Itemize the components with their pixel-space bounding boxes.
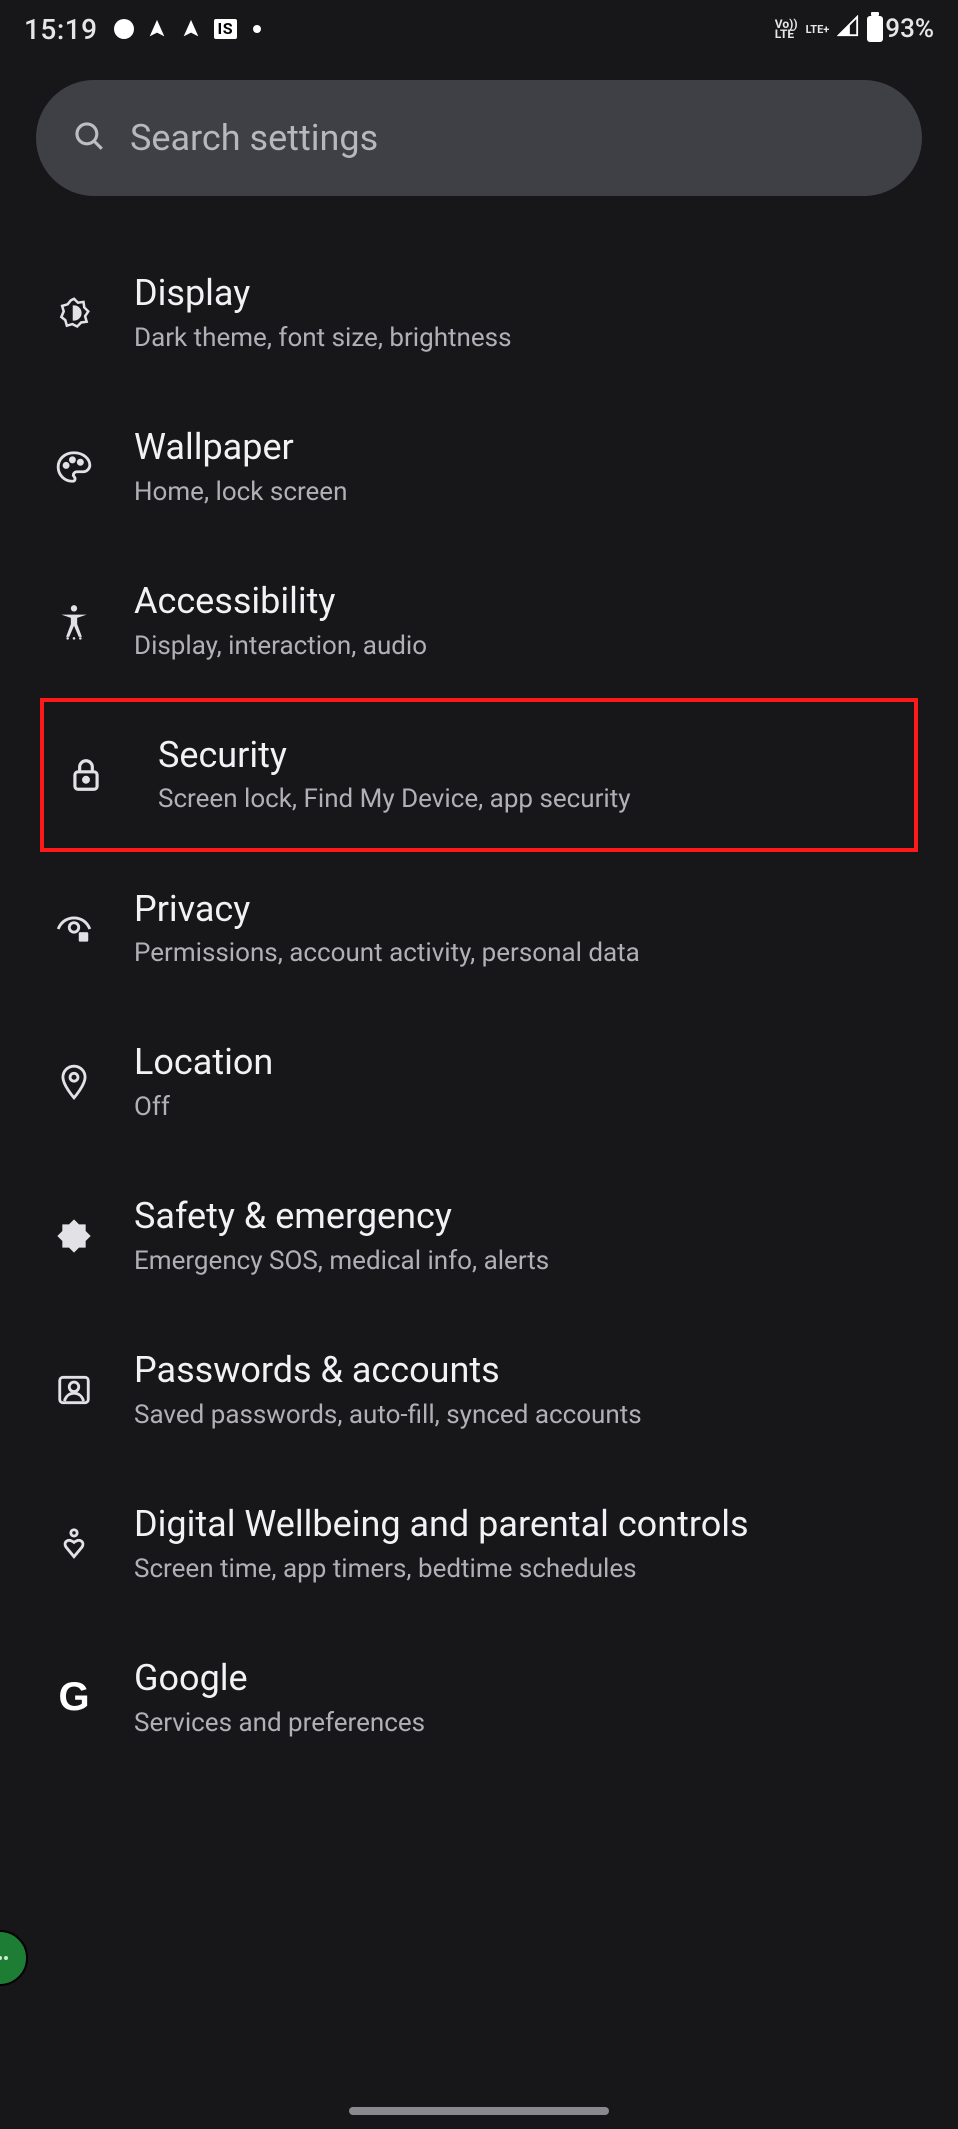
- item-subtitle: Permissions, account activity, personal …: [134, 936, 918, 971]
- floating-chat-bubble[interactable]: [0, 1930, 28, 1986]
- send-icon: [146, 18, 168, 40]
- signal-icon: [837, 14, 859, 44]
- is-badge: IS: [214, 19, 238, 39]
- item-subtitle: Display, interaction, audio: [134, 629, 918, 664]
- item-title: Accessibility: [134, 578, 918, 625]
- settings-item-accessibility[interactable]: Accessibility Display, interaction, audi…: [0, 544, 958, 698]
- lock-icon: [54, 756, 118, 794]
- battery-percent: 93%: [885, 14, 934, 44]
- item-title: Location: [134, 1039, 918, 1086]
- item-subtitle: Emergency SOS, medical info, alerts: [134, 1244, 918, 1279]
- settings-item-location[interactable]: Location Off: [0, 1005, 958, 1159]
- gesture-nav-pill[interactable]: [349, 2107, 609, 2115]
- settings-item-wellbeing[interactable]: Digital Wellbeing and parental controls …: [0, 1467, 958, 1621]
- accessibility-icon: [54, 602, 94, 640]
- medical-icon: [54, 1214, 94, 1258]
- lte-plus-indicator: LTE+: [806, 24, 830, 35]
- location-pin-icon: [54, 1063, 94, 1101]
- item-title: Display: [134, 270, 918, 317]
- lte-plus-label: LTE+: [806, 24, 830, 35]
- item-title: Digital Wellbeing and parental controls: [134, 1501, 918, 1548]
- item-subtitle: Saved passwords, auto-fill, synced accou…: [134, 1398, 918, 1433]
- battery-indicator: 93%: [867, 14, 934, 44]
- volte-bottom: LTE: [775, 29, 798, 39]
- item-subtitle: Services and preferences: [134, 1706, 918, 1741]
- send-icon: [180, 18, 202, 40]
- settings-item-safety[interactable]: Safety & emergency Emergency SOS, medica…: [0, 1159, 958, 1313]
- settings-item-security[interactable]: Security Screen lock, Find My Device, ap…: [40, 698, 918, 852]
- settings-item-passwords[interactable]: Passwords & accounts Saved passwords, au…: [0, 1313, 958, 1467]
- search-settings[interactable]: Search settings: [36, 80, 922, 196]
- settings-item-display[interactable]: Display Dark theme, font size, brightnes…: [0, 236, 958, 390]
- status-bar: 15:19 IS Vo)) LTE LTE+ 93%: [0, 0, 958, 56]
- item-subtitle: Screen lock, Find My Device, app securit…: [158, 782, 914, 817]
- settings-item-google[interactable]: G Google Services and preferences: [0, 1621, 958, 1775]
- item-title: Privacy: [134, 886, 918, 933]
- item-subtitle: Home, lock screen: [134, 475, 918, 510]
- battery-icon: [867, 16, 883, 42]
- settings-item-privacy[interactable]: Privacy Permissions, account activity, p…: [0, 852, 958, 1006]
- item-title: Security: [158, 732, 914, 779]
- status-clock: 15:19: [24, 13, 98, 46]
- item-subtitle: Screen time, app timers, bedtime schedul…: [134, 1552, 918, 1587]
- item-title: Passwords & accounts: [134, 1347, 918, 1394]
- item-title: Wallpaper: [134, 424, 918, 471]
- account-box-icon: [54, 1371, 94, 1409]
- search-placeholder: Search settings: [130, 117, 378, 159]
- status-left: 15:19 IS: [24, 13, 261, 46]
- brightness-icon: [54, 294, 94, 332]
- google-g-icon: G: [54, 1675, 94, 1720]
- item-subtitle: Off: [134, 1090, 918, 1125]
- item-title: Safety & emergency: [134, 1193, 918, 1240]
- privacy-eye-icon: [54, 910, 94, 948]
- settings-item-wallpaper[interactable]: Wallpaper Home, lock screen: [0, 390, 958, 544]
- search-icon: [72, 119, 106, 157]
- wellbeing-icon: [54, 1525, 94, 1563]
- palette-icon: [54, 448, 94, 486]
- volte-indicator: Vo)) LTE: [775, 19, 798, 39]
- status-notification-dot: [114, 19, 134, 39]
- settings-list: Display Dark theme, font size, brightnes…: [0, 206, 958, 1895]
- status-right: Vo)) LTE LTE+ 93%: [775, 14, 934, 44]
- item-title: Google: [134, 1655, 918, 1702]
- item-subtitle: Dark theme, font size, brightness: [134, 321, 918, 356]
- status-more-dot: [253, 25, 261, 33]
